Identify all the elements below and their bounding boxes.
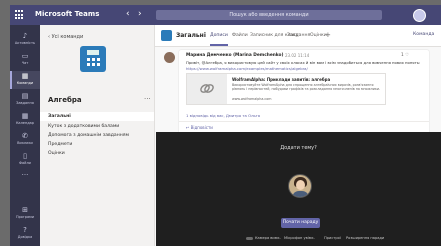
channel-homework-help[interactable]: Допомога з домашнім завданням: [40, 131, 154, 140]
rail-files[interactable]: ▯ Файли: [10, 151, 40, 169]
link-icon: [200, 84, 214, 93]
post-link[interactable]: https://www.wolframalpha.com/examples/ma…: [186, 66, 308, 71]
files-icon: ▯: [23, 152, 27, 160]
avatar: [164, 52, 175, 63]
channel-subjects[interactable]: Предмети: [40, 140, 154, 149]
replies-link[interactable]: 1 відповідь від вас, Дмитро та Ольга: [186, 113, 260, 118]
title-bar: Microsoft Teams ‹ › Пошук або введення к…: [10, 5, 441, 25]
calculator-icon: [80, 46, 106, 72]
rail-apps[interactable]: ⊞ Програми: [10, 205, 40, 223]
post-author: Марина Демченко (Marina Demchenko): [186, 53, 284, 58]
post-card: Марина Демченко (Marina Demchenko) 23.02…: [179, 50, 429, 140]
rail-activity[interactable]: ♪ Активність: [10, 31, 40, 49]
calendar-icon: ▦: [21, 112, 29, 120]
help-icon: ?: [23, 226, 27, 234]
meeting-subject-prompt[interactable]: Додати тему?: [156, 145, 441, 151]
channel-extra-credit[interactable]: Куток з додатковими балами: [40, 122, 154, 131]
tab-files[interactable]: Файли: [232, 33, 248, 38]
reply-button[interactable]: ↩ Відповісти: [186, 125, 213, 130]
more-options-icon[interactable]: ···: [144, 95, 151, 103]
rail-chat[interactable]: ▭ Чат: [10, 51, 40, 69]
teams-icon: ▦: [21, 72, 29, 80]
channel-title: Загальні: [176, 32, 206, 39]
team-button[interactable]: Команда: [413, 32, 434, 37]
forward-arrow-icon[interactable]: ›: [138, 8, 142, 20]
devices-button[interactable]: Пристрої: [324, 236, 341, 240]
assignments-icon: ▤: [21, 92, 29, 100]
rail-teams[interactable]: ▦ Команди: [10, 71, 40, 89]
back-arrow-icon[interactable]: ‹: [126, 8, 130, 20]
channel-header: Загальні Дописи Файли Записник для класу…: [155, 25, 441, 47]
app-bar: ♪ Активність ▭ Чат ▦ Команди ▤ Завдання ▦ Кал…: [10, 25, 40, 246]
toggle-icon: [246, 236, 253, 240]
team-panel: ‹ Усі команди Алгебра ··· Загальні Куток…: [40, 25, 155, 246]
meeting-extensions-button[interactable]: Розширення наради: [346, 236, 384, 240]
channel-grades[interactable]: Оцінки: [40, 149, 154, 158]
rail-calendar[interactable]: ▦ Календар: [10, 111, 40, 129]
preview-domain: www.wolframalpha.com: [232, 97, 272, 101]
calls-icon: ✆: [22, 132, 28, 140]
microphone-toggle[interactable]: Мікрофон увімк.: [284, 236, 315, 240]
post-time: 23.02 11:14: [285, 53, 310, 58]
channel-general[interactable]: Загальні: [40, 112, 154, 121]
app-name: Microsoft Teams: [35, 10, 100, 18]
apps-icon: ⊞: [22, 206, 28, 214]
search-input[interactable]: Пошук або введення команди: [156, 10, 382, 20]
start-meeting-button[interactable]: Почати нараду: [281, 218, 320, 228]
rail-calls[interactable]: ✆ Виклики: [10, 131, 40, 149]
participant-avatar: [288, 174, 312, 198]
rail-help[interactable]: ? Довідка: [10, 225, 40, 243]
chat-icon: ▭: [21, 52, 29, 60]
app-launcher-icon[interactable]: [15, 10, 25, 20]
team-icon: [161, 30, 172, 41]
link-preview[interactable]: WolframAlpha: Приклади запитів: алгебра …: [186, 73, 386, 105]
team-name: Алгебра: [48, 96, 82, 104]
rail-more[interactable]: ···: [10, 170, 40, 188]
tab-assignments[interactable]: Завдання: [287, 33, 310, 38]
bell-icon: ♪: [22, 32, 28, 40]
divider: [179, 121, 429, 122]
add-tab-icon[interactable]: +: [325, 31, 331, 39]
meeting-prejoin-panel: Додати тему? Почати нараду Камера вимк. …: [156, 132, 441, 246]
rail-assignments[interactable]: ▤ Завдання: [10, 91, 40, 109]
camera-toggle[interactable]: Камера вимк.: [246, 236, 281, 240]
user-avatar[interactable]: [413, 9, 426, 22]
preview-description: Використовуйте WolframAlpha для спрощенн…: [232, 83, 381, 91]
preview-title: WolframAlpha: Приклади запитів: алгебра: [232, 77, 331, 82]
more-icon: ···: [21, 171, 29, 179]
like-count[interactable]: 1 ♡: [401, 53, 409, 58]
active-tab-indicator: [210, 44, 228, 46]
meeting-controls: Камера вимк. Мікрофон увімк. Пристрої Ро…: [156, 236, 441, 244]
preview-thumbnail: [187, 74, 227, 104]
all-teams-link[interactable]: ‹ Усі команди: [48, 34, 83, 40]
tab-posts[interactable]: Дописи: [210, 33, 228, 38]
post-text: Привіт, @Алгебра, я використовую цей сай…: [186, 60, 421, 71]
